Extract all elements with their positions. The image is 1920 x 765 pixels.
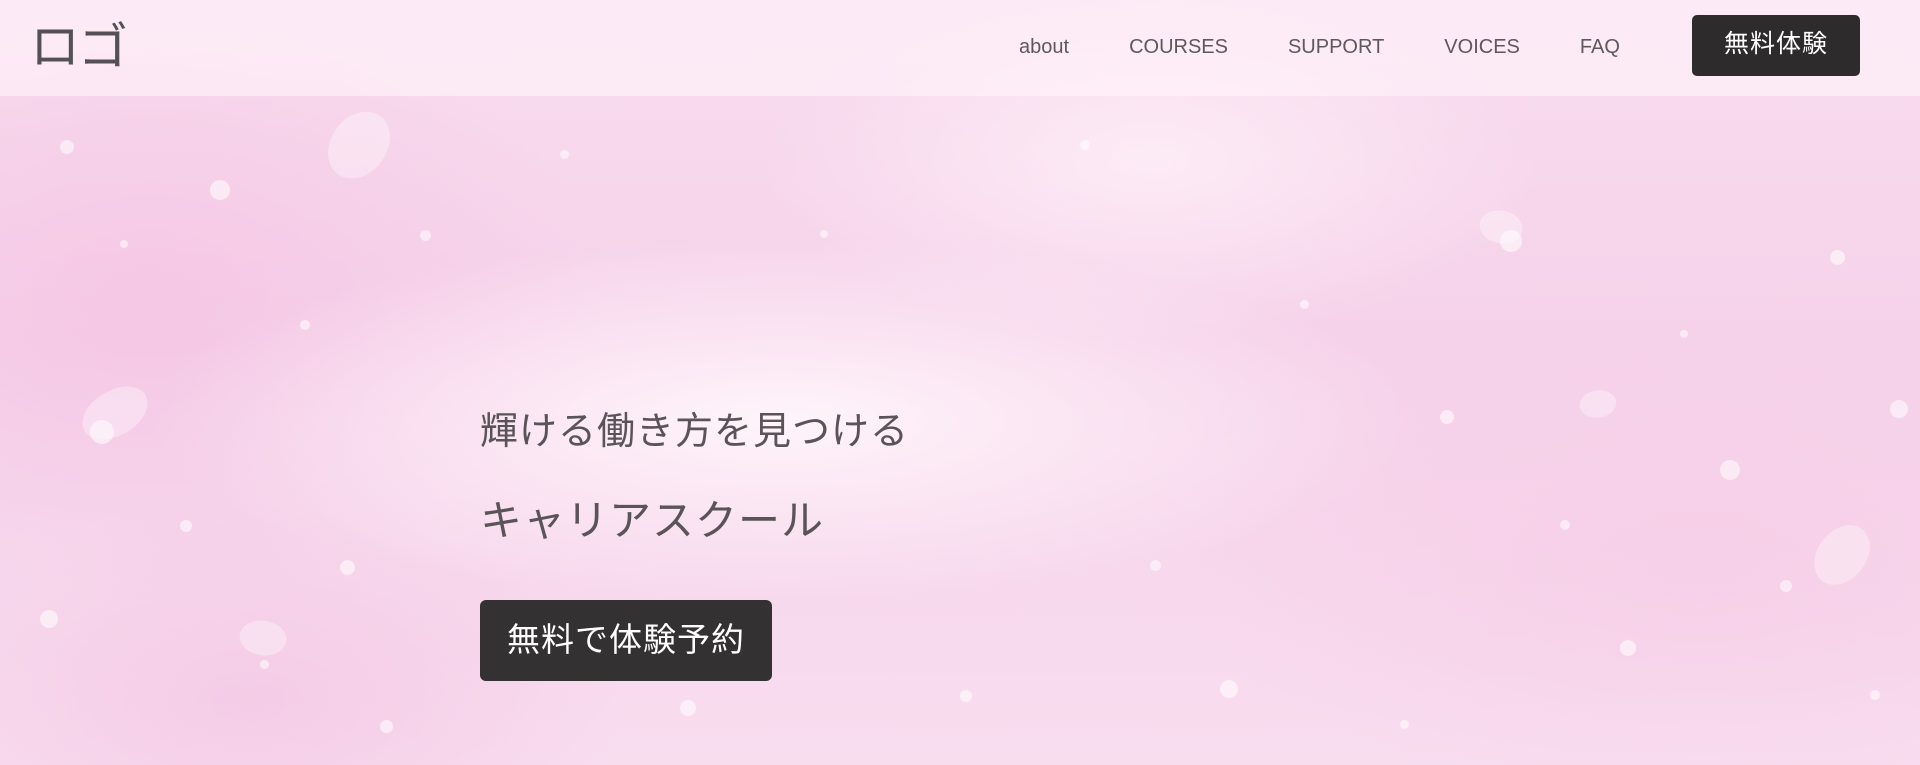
nav-link-about[interactable]: about [1019, 32, 1069, 62]
nav-link-faq[interactable]: FAQ [1580, 32, 1620, 62]
free-trial-button[interactable]: 無料体験 [1692, 15, 1860, 76]
hero-tagline: 輝ける働き方を見つける [480, 409, 910, 453]
hero-background [0, 0, 1920, 765]
hero-headline: キャリアスクール [480, 496, 825, 545]
site-logo[interactable]: ロゴ [30, 17, 128, 77]
nav-link-courses[interactable]: COURSES [1129, 32, 1228, 62]
site-header: ロゴ about COURSES SUPPORT VOICES FAQ 無料体験 [0, 0, 1920, 96]
hero-copy: 輝ける働き方を見つける キャリアスクール [480, 406, 909, 548]
nav-link-voices[interactable]: VOICES [1444, 32, 1520, 62]
book-free-trial-button[interactable]: 無料で体験予約 [480, 600, 772, 681]
nav-link-support[interactable]: SUPPORT [1288, 32, 1384, 62]
main-nav: about COURSES SUPPORT VOICES FAQ [1019, 32, 1620, 62]
